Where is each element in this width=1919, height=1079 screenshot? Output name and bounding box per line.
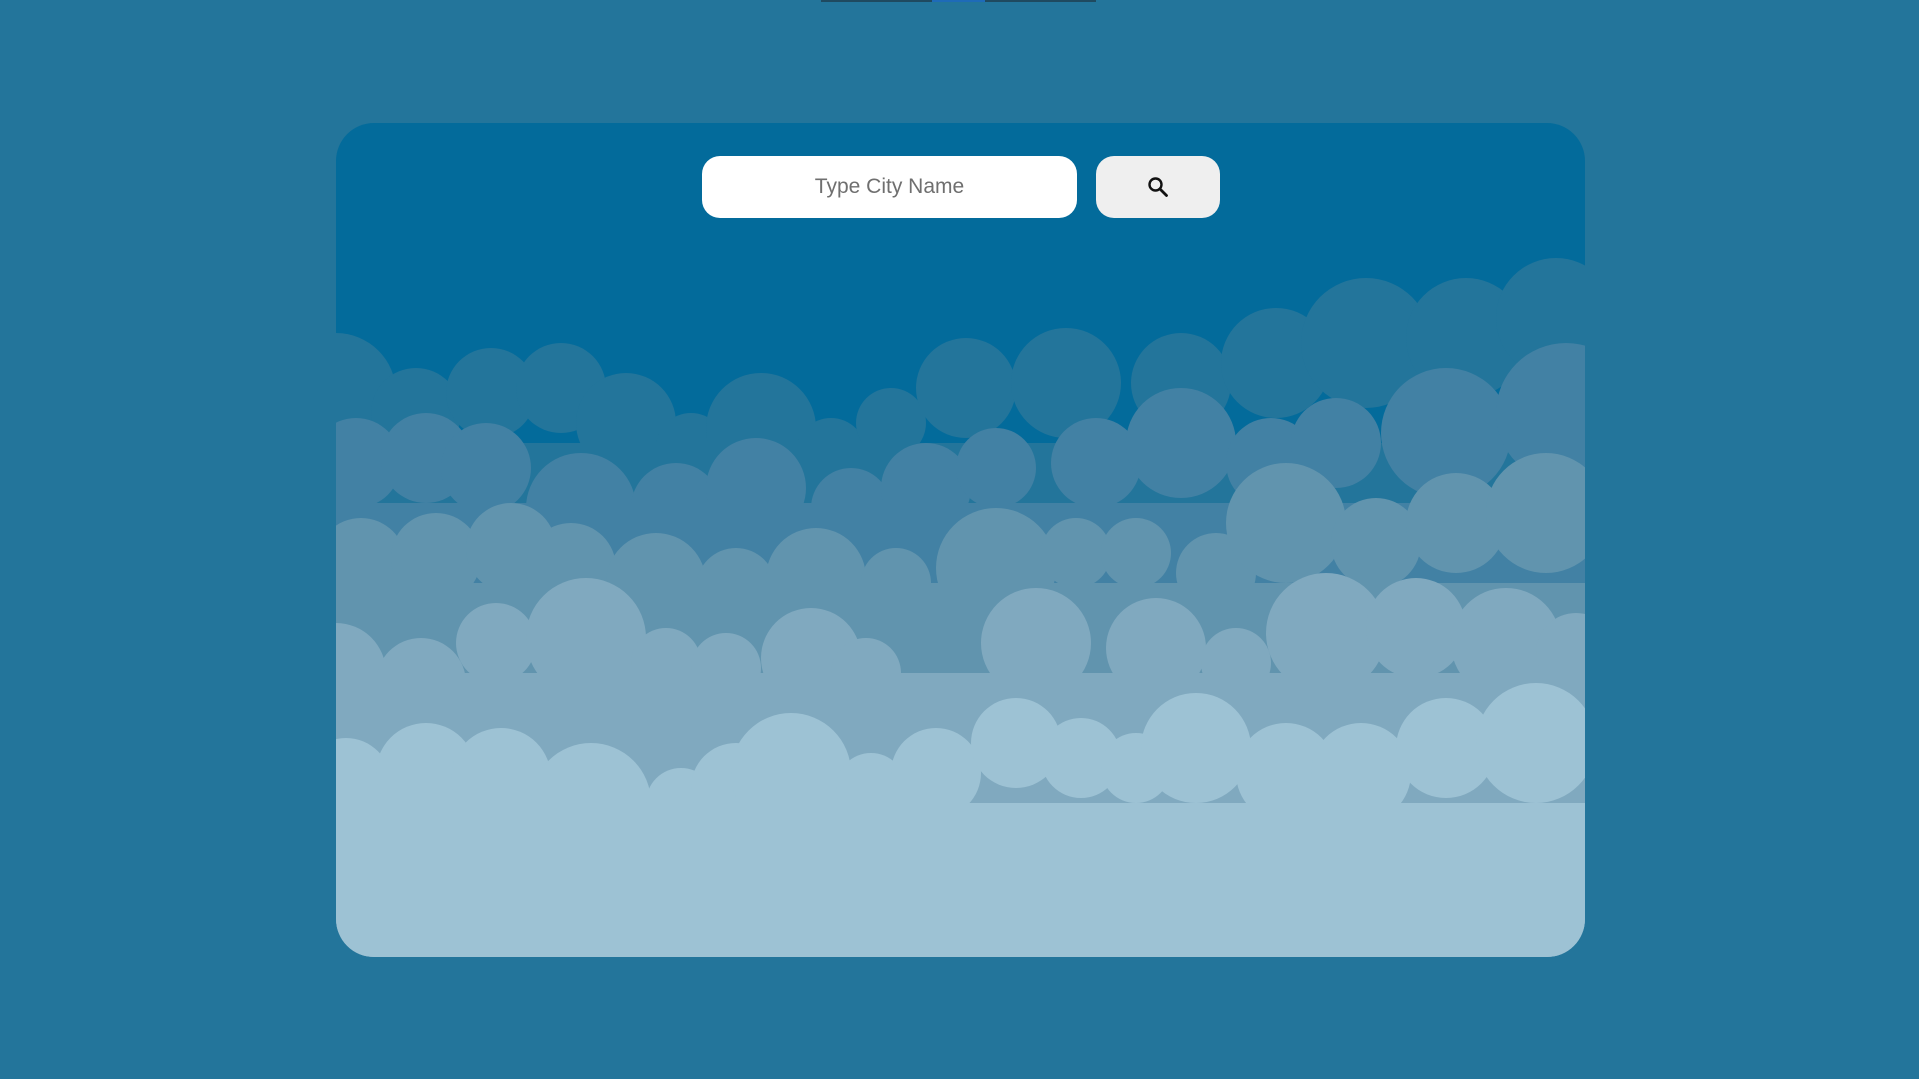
search-button[interactable]: [1096, 156, 1220, 218]
clouds-illustration: [336, 258, 1585, 957]
weather-card: [336, 123, 1585, 957]
top-indicator-active-segment: [932, 0, 985, 2]
search-bar: [702, 156, 1220, 218]
city-search-input[interactable]: [702, 156, 1077, 218]
search-icon: [1148, 177, 1168, 197]
